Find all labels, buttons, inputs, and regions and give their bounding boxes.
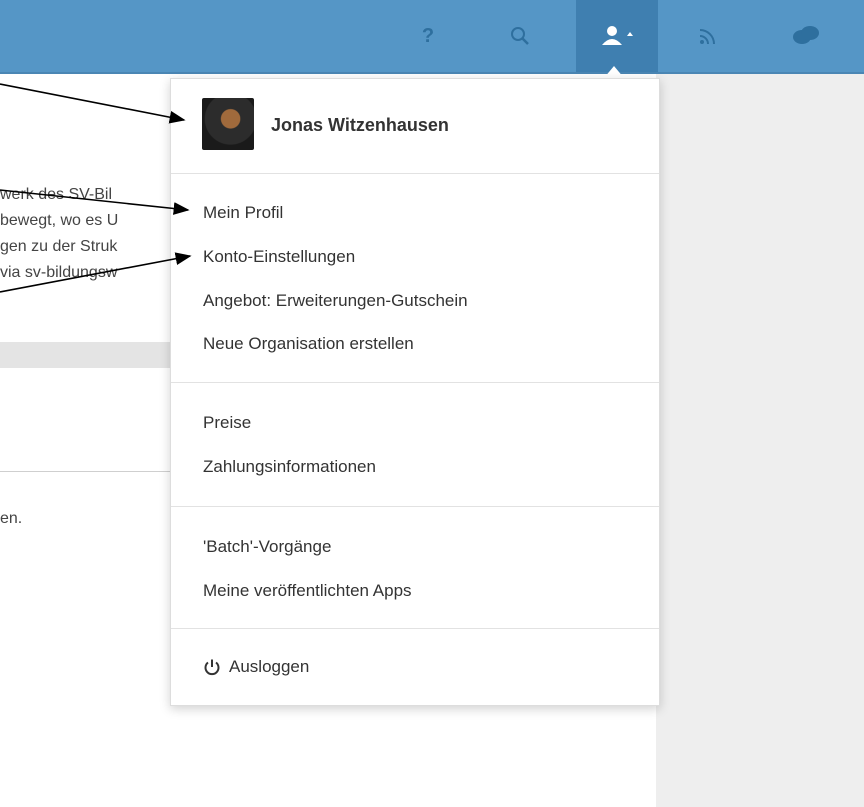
rss-icon xyxy=(699,29,715,45)
background-text-line: bewegt, wo es U xyxy=(0,212,119,229)
power-icon xyxy=(204,659,220,676)
annotation-arrow xyxy=(0,83,186,124)
menu-divider xyxy=(171,382,659,383)
menu-item-batch-operations[interactable]: 'Batch'-Vorgänge xyxy=(203,537,331,557)
help-button[interactable]: ? xyxy=(396,0,460,72)
right-sidebar-area xyxy=(656,74,864,807)
rss-button[interactable] xyxy=(676,0,740,72)
user-header[interactable]: Jonas Witzenhausen xyxy=(171,79,659,173)
top-navigation-bar: ? xyxy=(0,0,864,74)
user-menu-button[interactable] xyxy=(576,0,658,72)
menu-item-offer-voucher[interactable]: Angebot: Erweiterungen-Gutschein xyxy=(203,291,468,311)
user-icon xyxy=(602,26,633,45)
logout-button[interactable]: Ausloggen xyxy=(203,657,309,677)
avatar xyxy=(202,98,254,150)
background-text-line: via sv-bildungsw xyxy=(0,264,118,281)
search-button[interactable] xyxy=(488,0,552,72)
chat-button[interactable] xyxy=(774,0,838,72)
user-dropdown-menu: Jonas Witzenhausen Mein Profil Konto-Ein… xyxy=(170,78,660,706)
user-name: Jonas Witzenhausen xyxy=(271,115,449,135)
menu-item-account-settings[interactable]: Konto-Einstellungen xyxy=(203,247,355,267)
help-icon: ? xyxy=(421,24,435,47)
chat-icon xyxy=(793,26,819,44)
menu-divider xyxy=(171,628,659,629)
background-text-line: gen zu der Struk xyxy=(0,238,118,255)
dropdown-caret xyxy=(604,66,624,78)
background-text-fragment: en. xyxy=(0,510,23,527)
logout-label: Ausloggen xyxy=(229,657,310,676)
menu-item-pricing[interactable]: Preise xyxy=(203,413,251,433)
menu-divider xyxy=(171,173,659,174)
menu-item-my-profile[interactable]: Mein Profil xyxy=(203,203,283,223)
background-text-line: werk des SV-Bil xyxy=(0,186,113,203)
menu-item-payment-info[interactable]: Zahlungsinformationen xyxy=(203,457,376,477)
background-divider xyxy=(0,471,172,472)
menu-divider xyxy=(171,506,659,507)
background-divider-band xyxy=(0,342,172,368)
search-icon xyxy=(511,27,529,45)
menu-item-published-apps[interactable]: Meine veröffentlichten Apps xyxy=(203,581,412,601)
menu-item-new-organization[interactable]: Neue Organisation erstellen xyxy=(203,334,414,354)
